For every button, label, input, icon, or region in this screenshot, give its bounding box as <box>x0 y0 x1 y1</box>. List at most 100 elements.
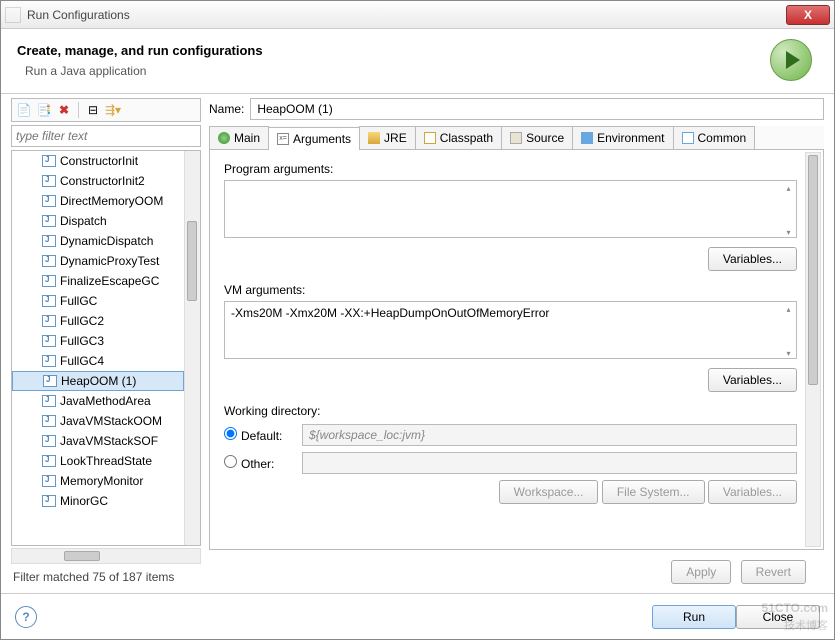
tree-scrollbar[interactable] <box>184 151 200 545</box>
tree-item-heapoom-1-[interactable]: HeapOOM (1) <box>12 371 184 391</box>
tree-item-label: FullGC4 <box>60 354 104 368</box>
tree-item-minorgc[interactable]: MinorGC <box>12 491 184 511</box>
tree-item-label: DynamicDispatch <box>60 234 153 248</box>
header-subtitle: Run a Java application <box>17 64 770 78</box>
apply-button[interactable]: Apply <box>671 560 731 584</box>
tree-item-label: FullGC <box>60 294 97 308</box>
help-button[interactable]: ? <box>15 606 37 628</box>
tab-main[interactable]: Main <box>209 126 269 149</box>
args-icon: x= <box>277 133 289 145</box>
java-launch-icon <box>42 155 56 167</box>
header-title: Create, manage, and run configurations <box>17 43 263 58</box>
window-close-button[interactable]: X <box>786 5 830 25</box>
tree-item-fullgc2[interactable]: FullGC2 <box>12 311 184 331</box>
java-launch-icon <box>42 355 56 367</box>
tree-item-label: FinalizeEscapeGC <box>60 274 159 288</box>
tree-item-fullgc3[interactable]: FullGC3 <box>12 331 184 351</box>
tree-item-label: JavaVMStackOOM <box>60 414 162 428</box>
filter-input[interactable] <box>11 125 201 147</box>
tab-arguments[interactable]: x=Arguments <box>268 127 360 150</box>
tree-item-label: HeapOOM (1) <box>61 374 136 388</box>
jre-icon <box>368 132 380 144</box>
working-dir-label: Working directory: <box>224 404 797 418</box>
tab-classpath[interactable]: Classpath <box>415 126 502 149</box>
java-launch-icon <box>42 215 56 227</box>
tree-item-lookthreadstate[interactable]: LookThreadState <box>12 451 184 471</box>
tree-item-constructorinit[interactable]: ConstructorInit <box>12 151 184 171</box>
content-scrollbar[interactable] <box>805 152 821 547</box>
tree-item-label: MinorGC <box>60 494 108 508</box>
new-config-icon[interactable]: 📄 <box>16 102 32 118</box>
java-launch-icon <box>43 375 57 387</box>
tree-item-dynamicproxytest[interactable]: DynamicProxyTest <box>12 251 184 271</box>
wd-variables-button[interactable]: Variables... <box>708 480 797 504</box>
vm-variables-button[interactable]: Variables... <box>708 368 797 392</box>
other-radio[interactable] <box>224 455 237 468</box>
java-launch-icon <box>42 495 56 507</box>
vm-args-textarea[interactable] <box>224 301 797 359</box>
filesystem-button[interactable]: File System... <box>602 480 705 504</box>
tree-item-javavmstacksof[interactable]: JavaVMStackSOF <box>12 431 184 451</box>
name-input[interactable] <box>250 98 824 120</box>
tree-item-directmemoryoom[interactable]: DirectMemoryOOM <box>12 191 184 211</box>
run-hero-icon <box>770 39 812 81</box>
run-icon <box>218 132 230 144</box>
duplicate-icon[interactable]: 📑 <box>36 102 52 118</box>
left-panel: 📄 📑 ✖ ⊟ ⇶▾ ConstructorInit ConstructorIni… <box>11 98 201 584</box>
tree-item-dynamicdispatch[interactable]: DynamicDispatch <box>12 231 184 251</box>
java-launch-icon <box>42 235 56 247</box>
program-args-textarea[interactable] <box>224 180 797 238</box>
tree-item-label: JavaVMStackSOF <box>60 434 158 448</box>
other-dir-field[interactable] <box>302 452 797 474</box>
tree-item-label: FullGC2 <box>60 314 104 328</box>
vm-args-label: VM arguments: <box>224 283 797 297</box>
tree-item-memorymonitor[interactable]: MemoryMonitor <box>12 471 184 491</box>
source-icon <box>510 132 522 144</box>
tree-hscrollbar[interactable] <box>11 548 201 564</box>
close-button[interactable]: Close <box>736 605 820 629</box>
java-launch-icon <box>42 315 56 327</box>
common-icon <box>682 132 694 144</box>
tree-item-finalizeescapegc[interactable]: FinalizeEscapeGC <box>12 271 184 291</box>
java-launch-icon <box>42 395 56 407</box>
java-launch-icon <box>42 455 56 467</box>
tree-item-label: DirectMemoryOOM <box>60 194 163 208</box>
filter-status: Filter matched 75 of 187 items <box>11 564 201 584</box>
tree-item-javavmstackoom[interactable]: JavaVMStackOOM <box>12 411 184 431</box>
tab-common[interactable]: Common <box>673 126 756 149</box>
java-launch-icon <box>42 475 56 487</box>
tab-bar: Main x=Arguments JRE Classpath Source En… <box>209 126 824 150</box>
tree-item-fullgc[interactable]: FullGC <box>12 291 184 311</box>
titlebar: Run Configurations X <box>1 1 834 29</box>
app-icon <box>5 7 21 23</box>
tree-item-label: FullGC3 <box>60 334 104 348</box>
tree-item-label: ConstructorInit <box>60 154 138 168</box>
revert-button[interactable]: Revert <box>741 560 806 584</box>
tree-item-constructorinit2[interactable]: ConstructorInit2 <box>12 171 184 191</box>
java-launch-icon <box>42 435 56 447</box>
tree-item-javamethodarea[interactable]: JavaMethodArea <box>12 391 184 411</box>
run-button[interactable]: Run <box>652 605 736 629</box>
workspace-button[interactable]: Workspace... <box>499 480 599 504</box>
delete-icon[interactable]: ✖ <box>56 102 72 118</box>
footer: ? Run Close <box>1 593 834 639</box>
tree-item-dispatch[interactable]: Dispatch <box>12 211 184 231</box>
tree-item-label: MemoryMonitor <box>60 474 143 488</box>
env-icon <box>581 132 593 144</box>
java-launch-icon <box>42 255 56 267</box>
collapse-icon[interactable]: ⊟ <box>85 102 101 118</box>
tab-source[interactable]: Source <box>501 126 573 149</box>
default-radio[interactable] <box>224 427 237 440</box>
java-launch-icon <box>42 335 56 347</box>
tree-item-label: LookThreadState <box>60 454 152 468</box>
tree-item-label: ConstructorInit2 <box>60 174 145 188</box>
tab-jre[interactable]: JRE <box>359 126 416 149</box>
name-label: Name: <box>209 102 244 116</box>
tab-environment[interactable]: Environment <box>572 126 673 149</box>
program-variables-button[interactable]: Variables... <box>708 247 797 271</box>
tree-item-fullgc4[interactable]: FullGC4 <box>12 351 184 371</box>
default-dir-field <box>302 424 797 446</box>
filter-menu-icon[interactable]: ⇶▾ <box>105 102 121 118</box>
java-launch-icon <box>42 275 56 287</box>
java-launch-icon <box>42 195 56 207</box>
